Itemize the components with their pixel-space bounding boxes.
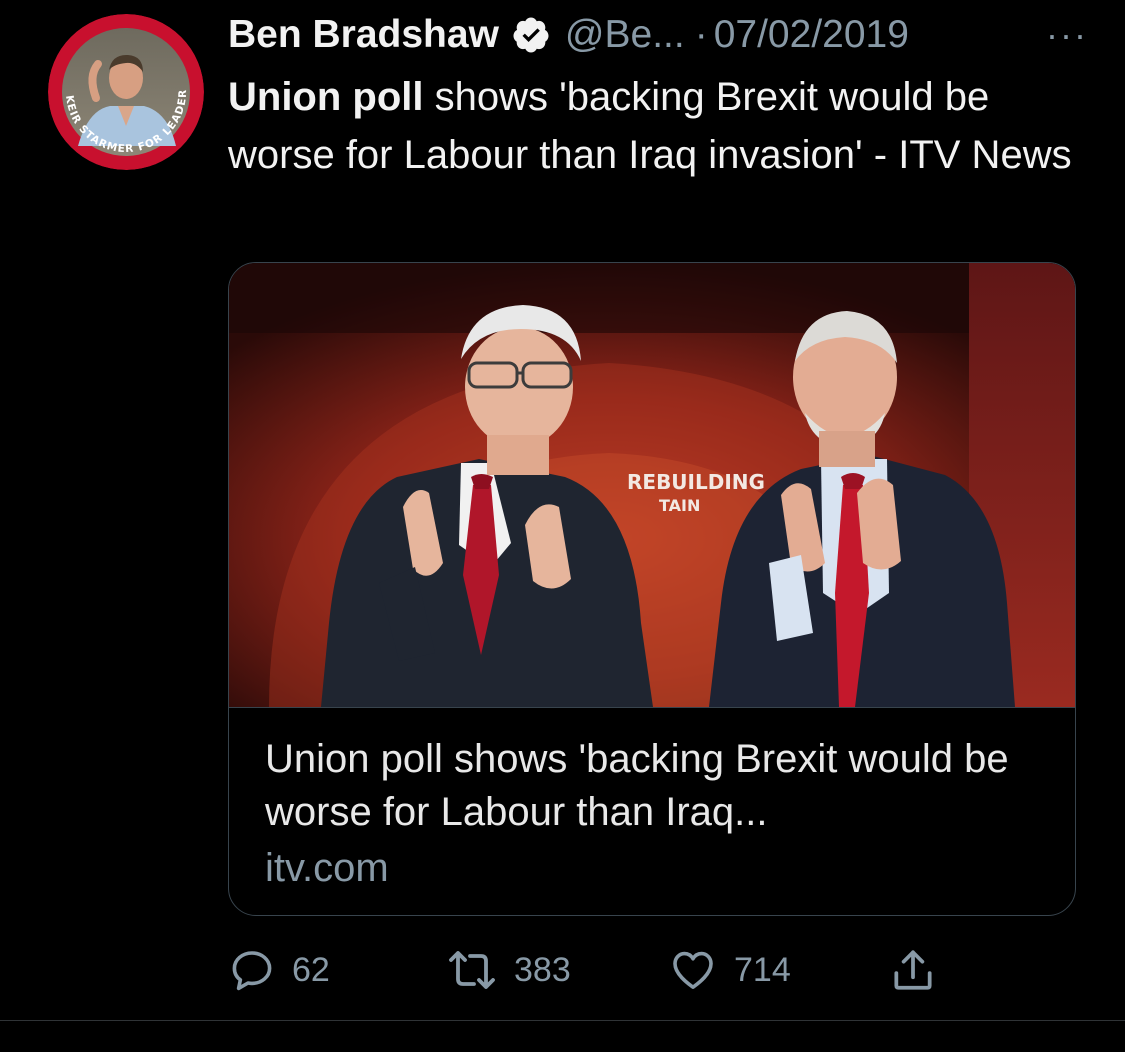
share-button[interactable] [888, 940, 938, 1000]
retweet-button[interactable]: 383 [446, 940, 571, 1000]
avatar-image: KEIR STARMER FOR LEADER [48, 14, 204, 170]
tweet-actions: 62 383 714 [228, 940, 1088, 1000]
tweet: KEIR STARMER FOR LEADER Ben Bradshaw @Be… [0, 0, 1125, 1020]
link-card[interactable]: REBUILDING TAIN Union poll shows 'backin… [228, 262, 1076, 916]
backdrop-text-1: REBUILDING [627, 470, 765, 494]
avatar[interactable]: KEIR STARMER FOR LEADER [48, 14, 204, 170]
author-handle[interactable]: @Be... [565, 8, 685, 62]
like-count: 714 [734, 950, 791, 989]
author-name[interactable]: Ben Bradshaw [228, 8, 499, 62]
tweet-text-bold: Union poll [228, 75, 424, 119]
tweet-date[interactable]: 07/02/2019 [714, 8, 909, 62]
verified-badge-icon [511, 15, 551, 55]
like-icon [673, 951, 713, 989]
link-card-domain: itv.com [265, 846, 389, 890]
share-icon [894, 950, 932, 990]
tweet-bottom-divider [0, 1020, 1125, 1021]
more-icon[interactable]: ··· [1046, 8, 1088, 62]
reply-count: 62 [292, 950, 330, 989]
card-divider [229, 707, 1075, 708]
separator-dot: · [694, 13, 708, 56]
backdrop-text-2: TAIN [659, 496, 700, 515]
retweet-icon [449, 951, 495, 989]
like-button[interactable]: 714 [668, 940, 791, 1000]
tweet-header: Ben Bradshaw @Be... · 07/02/2019 ··· [228, 8, 1088, 62]
reply-button[interactable]: 62 [228, 940, 330, 1000]
link-card-title[interactable]: Union poll shows 'backing Brexit would b… [265, 733, 1045, 839]
tweet-text: Union poll shows 'backing Brexit would b… [228, 68, 1088, 184]
reply-icon [232, 951, 272, 991]
retweet-count: 383 [514, 950, 571, 989]
link-card-image: REBUILDING TAIN [229, 263, 1075, 707]
